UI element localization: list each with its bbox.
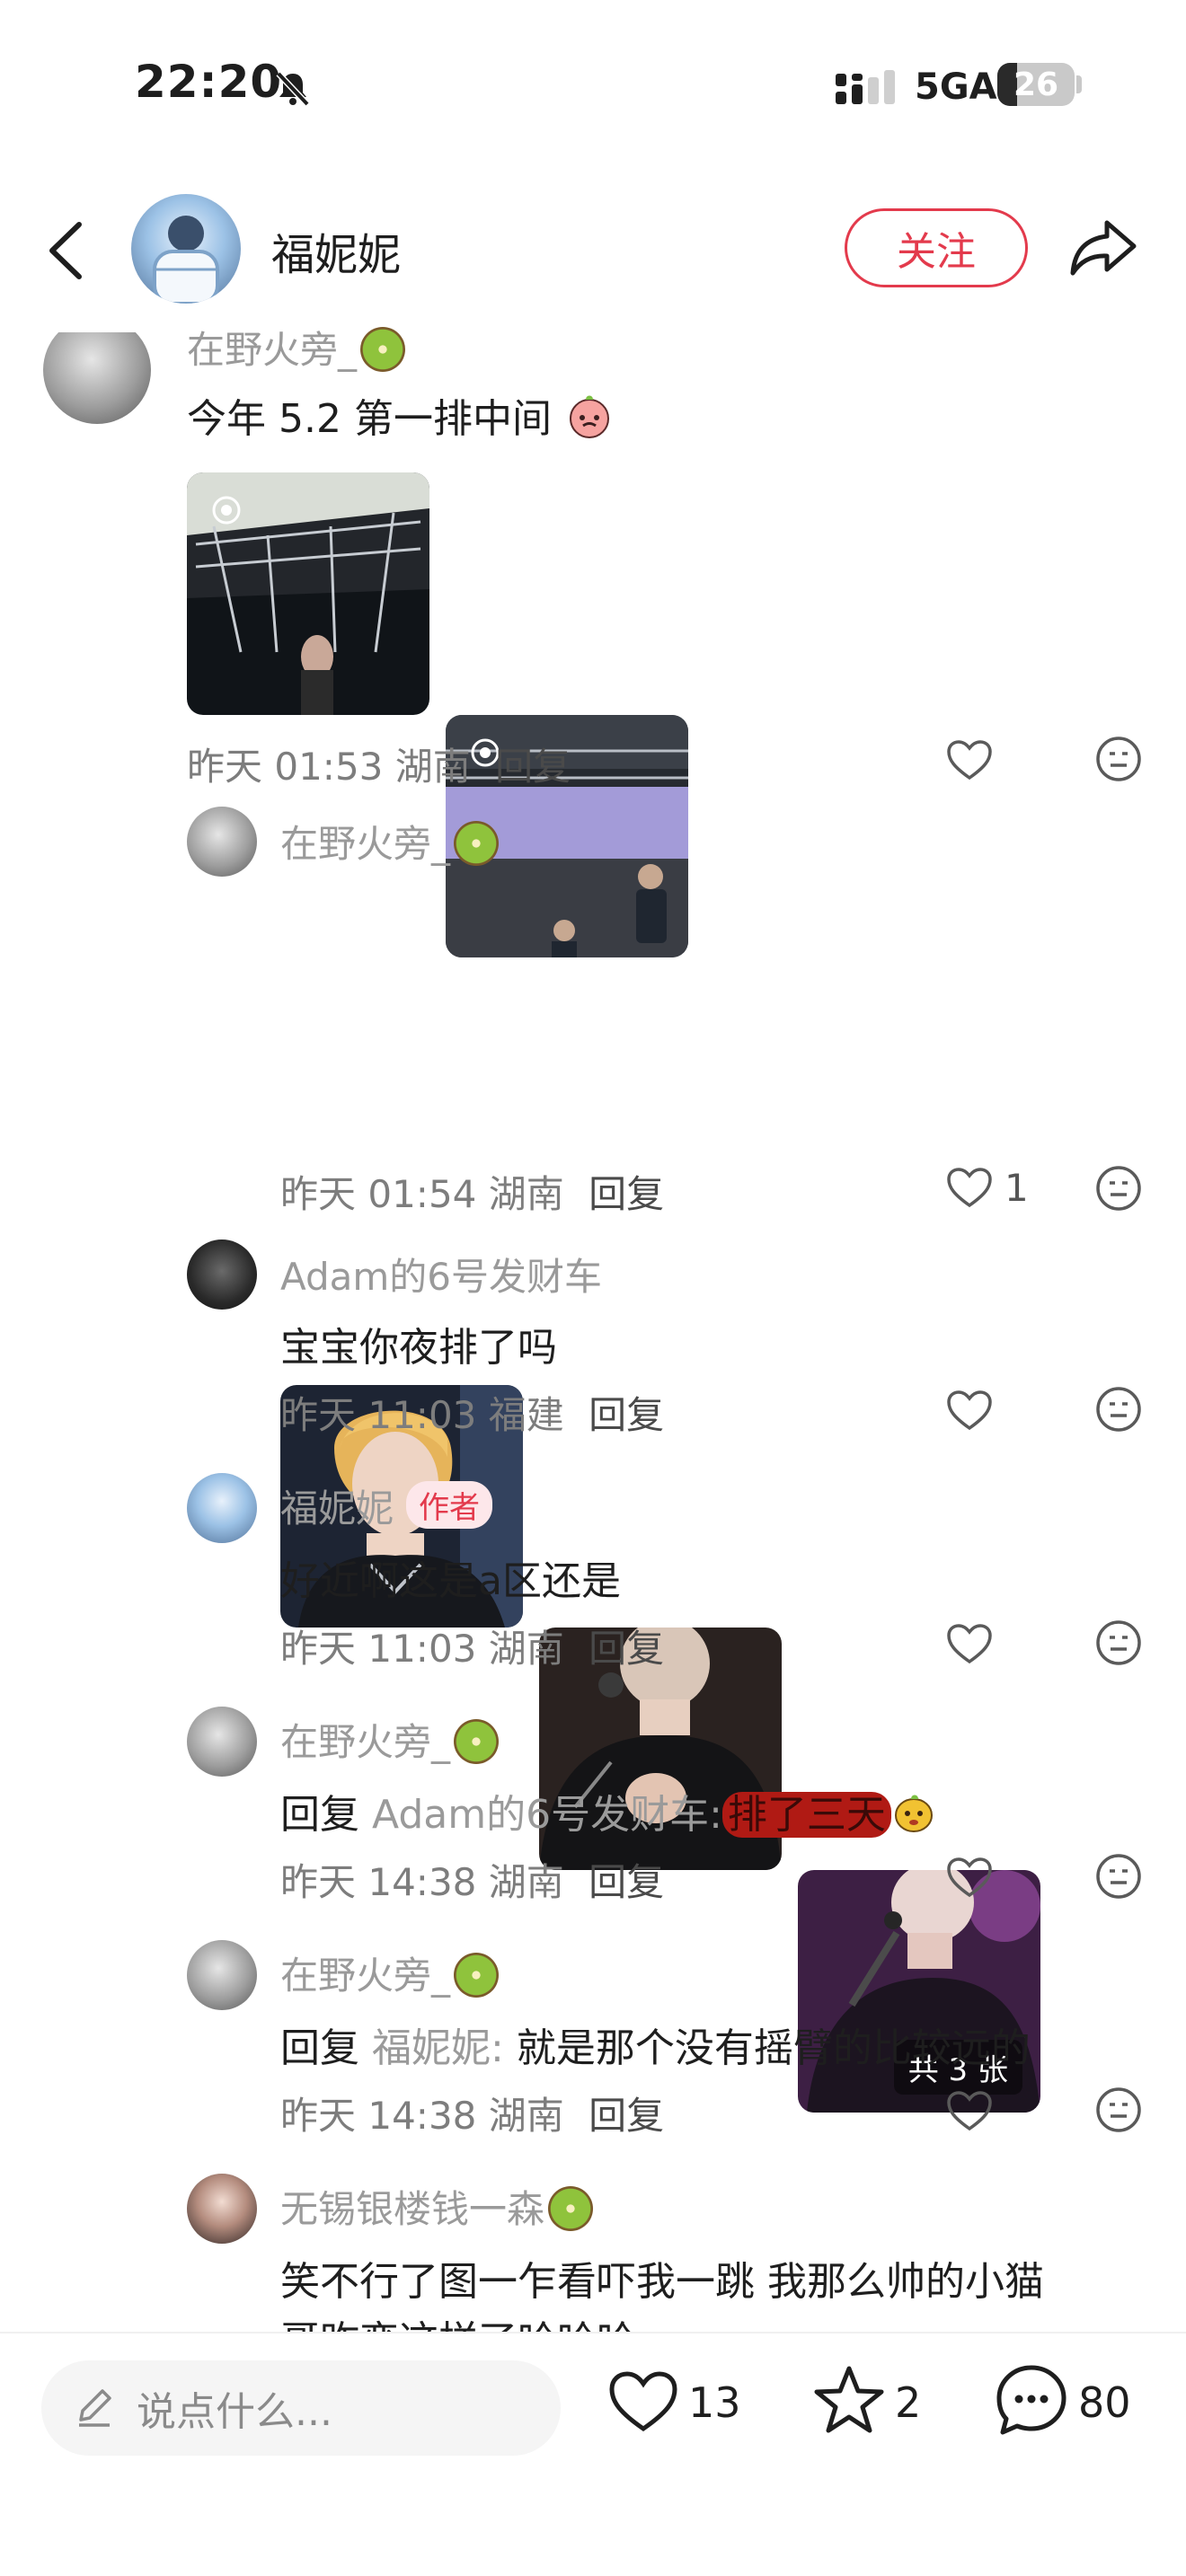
pencil-icon <box>79 2389 111 2427</box>
battery-icon: 26 <box>997 63 1075 106</box>
comment-meta: 昨天 01:54 湖南 回复 <box>280 1172 665 1216</box>
network-type: 5GA <box>915 66 997 108</box>
emoji-icon[interactable] <box>1094 1852 1143 1901</box>
comment-input-placeholder: 说点什么... <box>137 2389 332 2435</box>
comment-input[interactable]: 说点什么... <box>41 2360 561 2456</box>
commenter-name[interactable]: Adam的6号发财车 <box>280 1247 602 1301</box>
kiwi-badge-icon <box>454 821 500 866</box>
back-arrow-icon[interactable] <box>45 219 86 282</box>
comment-bubble-icon[interactable] <box>994 2362 1069 2438</box>
heart-icon[interactable] <box>945 1389 994 1432</box>
comment-count: 80 <box>1078 2378 1131 2427</box>
like-count: 1 <box>1005 1166 1029 1210</box>
heart-icon[interactable] <box>945 738 994 781</box>
reply-button[interactable]: 回复 <box>589 2094 664 2138</box>
commenter-avatar[interactable] <box>187 1239 257 1310</box>
commenter-avatar[interactable] <box>187 2174 257 2244</box>
highlighted-text: 排了三天 <box>721 1792 891 1838</box>
commenter-name[interactable]: 在野火旁_ <box>187 320 406 375</box>
comment-text: 回复 Adam的6号发财车: 排了三天 <box>280 1782 936 1839</box>
commenter-avatar[interactable] <box>187 1707 257 1777</box>
author-avatar[interactable] <box>131 194 241 304</box>
commenter-name[interactable]: 福妮妮 作者 <box>280 1478 493 1533</box>
comment-meta: 昨天 14:38 湖南 回复 <box>280 2094 665 2138</box>
heart-icon[interactable] <box>945 2089 994 2132</box>
battery-level: 26 <box>1013 66 1059 103</box>
emoji-icon[interactable] <box>1094 1619 1143 1667</box>
signal-icon <box>836 70 895 104</box>
comment-text: 今年 5.2 第一排中间 <box>187 386 615 444</box>
emoji-icon[interactable] <box>1094 2086 1143 2134</box>
commenter-name[interactable]: 无锡银楼钱一森 <box>280 2179 594 2234</box>
comment-text: 宝宝你夜排了吗 <box>280 1325 557 1371</box>
comment-image[interactable] <box>187 472 429 715</box>
comment-meta: 昨天 11:03 湖南 回复 <box>280 1627 665 1671</box>
emoji-icon[interactable] <box>1094 735 1143 783</box>
reply-button[interactable]: 回复 <box>589 1860 664 1904</box>
like-count: 13 <box>688 2378 741 2427</box>
author-badge: 作者 <box>406 1481 493 1529</box>
heart-icon[interactable] <box>945 1166 994 1209</box>
kiwi-badge-icon <box>548 2186 594 2231</box>
heart-icon[interactable] <box>945 1622 994 1665</box>
battery-tip <box>1076 75 1082 93</box>
commenter-avatar[interactable] <box>187 807 257 877</box>
lemon-emoji-icon <box>894 1795 933 1832</box>
heart-icon[interactable] <box>945 1856 994 1899</box>
commenter-name[interactable]: 在野火旁_ <box>280 814 500 869</box>
comment-text: 回复 福妮妮: 就是那个没有摇臂的比较远的 <box>280 2025 1031 2071</box>
comment-text: 笑不行了图一乍看吓我一跳 我那么帅的小猫 <box>280 2259 1044 2305</box>
commenter-avatar[interactable] <box>43 332 151 424</box>
comment-meta: 昨天 11:03 福建 回复 <box>280 1393 665 1437</box>
follow-button[interactable]: 关注 <box>845 208 1028 287</box>
star-icon[interactable] <box>812 2364 886 2436</box>
author-name[interactable]: 福妮妮 <box>271 219 401 282</box>
comment-meta: 昨天 01:53 湖南 回复 <box>187 745 571 789</box>
reply-to-user[interactable]: 福妮妮: <box>372 2025 504 2071</box>
kiwi-badge-icon <box>360 327 406 372</box>
reply-to-user[interactable]: Adam的6号发财车: <box>372 1792 722 1838</box>
commenter-avatar[interactable] <box>187 1473 257 1543</box>
commenter-name[interactable]: 在野火旁_ <box>280 1945 500 2000</box>
like-heart-icon[interactable] <box>607 2369 679 2434</box>
share-icon[interactable] <box>1067 216 1139 278</box>
comment-image[interactable]: 共 3 张 <box>798 1870 1040 2113</box>
kiwi-badge-icon <box>454 1719 500 1764</box>
emoji-icon[interactable] <box>1094 1385 1143 1434</box>
comment-text-overflow: 哥昨变这样了哈哈哈 <box>280 2314 636 2332</box>
commenter-avatar[interactable] <box>187 1940 257 2010</box>
reply-button[interactable]: 回复 <box>589 1627 664 1671</box>
status-time: 22:20 <box>135 56 283 108</box>
commenter-name[interactable]: 在野火旁_ <box>280 1712 500 1767</box>
comment-meta: 昨天 14:38 湖南 回复 <box>280 1860 665 1904</box>
reply-button[interactable]: 回复 <box>589 1172 664 1216</box>
comment-text: 好近啊这是a区还是 <box>280 1558 621 1604</box>
reply-button[interactable]: 回复 <box>589 1393 664 1437</box>
bell-muted-icon <box>276 71 310 107</box>
kiwi-badge-icon <box>454 1953 500 1998</box>
reply-button[interactable]: 回复 <box>495 745 571 789</box>
peach-emoji-icon <box>569 395 609 438</box>
favorite-count: 2 <box>895 2378 922 2427</box>
emoji-icon[interactable] <box>1094 1164 1143 1213</box>
